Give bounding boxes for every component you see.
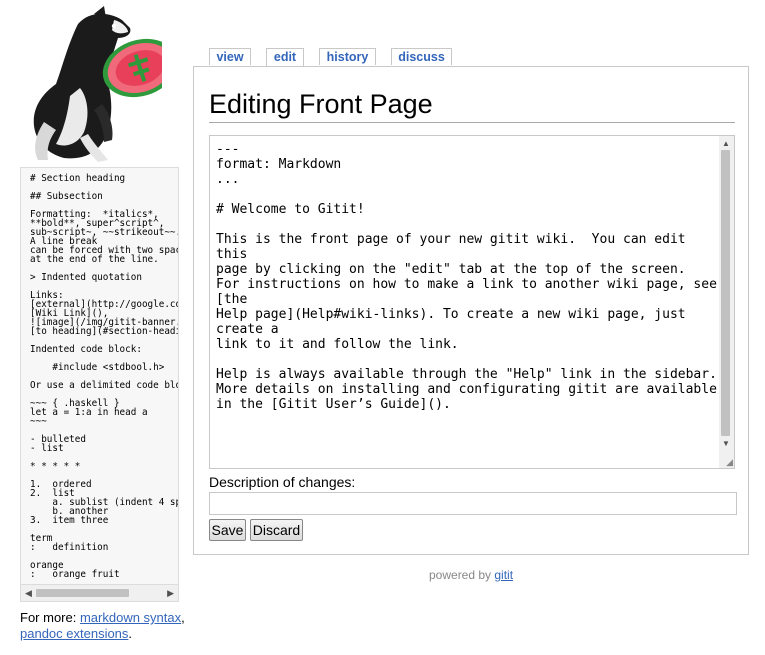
scroll-left-arrow-icon[interactable]: ◀ <box>25 588 32 599</box>
markdown-cheatsheet: # Section heading ## Subsection Formatti… <box>20 167 179 602</box>
page-title: Editing Front Page <box>209 89 433 119</box>
more-prefix: For more: <box>20 610 80 625</box>
scrollbar-thumb[interactable] <box>36 589 129 597</box>
tab-edit[interactable]: edit <box>266 48 304 67</box>
footer-prefix: powered by <box>429 568 495 582</box>
tab-history[interactable]: history <box>319 48 376 65</box>
more-separator: , <box>181 610 185 625</box>
description-label: Description of changes: <box>209 474 356 490</box>
more-help-links: For more: markdown syntax, pandoc extens… <box>20 610 190 642</box>
editor-text[interactable]: --- format: Markdown ... # Welcome to Gi… <box>210 136 718 468</box>
scroll-down-arrow-icon[interactable]: ▼ <box>722 439 730 448</box>
editor-vertical-scrollbar[interactable]: ▲ ▼ <box>719 136 734 468</box>
title-divider <box>209 122 735 123</box>
edit-panel: Editing Front Page --- format: Markdown … <box>193 66 749 555</box>
dog-frisbee-logo-image <box>33 6 178 162</box>
gitit-logo[interactable] <box>18 4 178 164</box>
scrollbar-thumb[interactable] <box>721 150 730 436</box>
resize-grip-icon[interactable]: ◢ <box>726 458 733 467</box>
cheatsheet-horizontal-scrollbar[interactable]: ◀ ▶ <box>21 584 178 601</box>
description-input[interactable] <box>209 492 737 515</box>
scroll-up-arrow-icon[interactable]: ▲ <box>722 139 730 148</box>
more-suffix: . <box>128 626 133 641</box>
markdown-syntax-link[interactable]: markdown syntax <box>80 610 181 625</box>
tab-view[interactable]: view <box>209 48 251 65</box>
gitit-link[interactable]: gitit <box>494 568 513 582</box>
page-editor-textarea[interactable]: --- format: Markdown ... # Welcome to Gi… <box>209 135 735 469</box>
discard-button[interactable]: Discard <box>250 519 303 541</box>
tab-discuss[interactable]: discuss <box>391 48 452 65</box>
cheatsheet-text: # Section heading ## Subsection Formatti… <box>30 173 179 580</box>
footer: powered by gitit <box>429 568 513 582</box>
scroll-right-arrow-icon[interactable]: ▶ <box>167 588 174 599</box>
save-button[interactable]: Save <box>209 519 246 541</box>
pandoc-extensions-link[interactable]: pandoc extensions <box>20 626 128 641</box>
